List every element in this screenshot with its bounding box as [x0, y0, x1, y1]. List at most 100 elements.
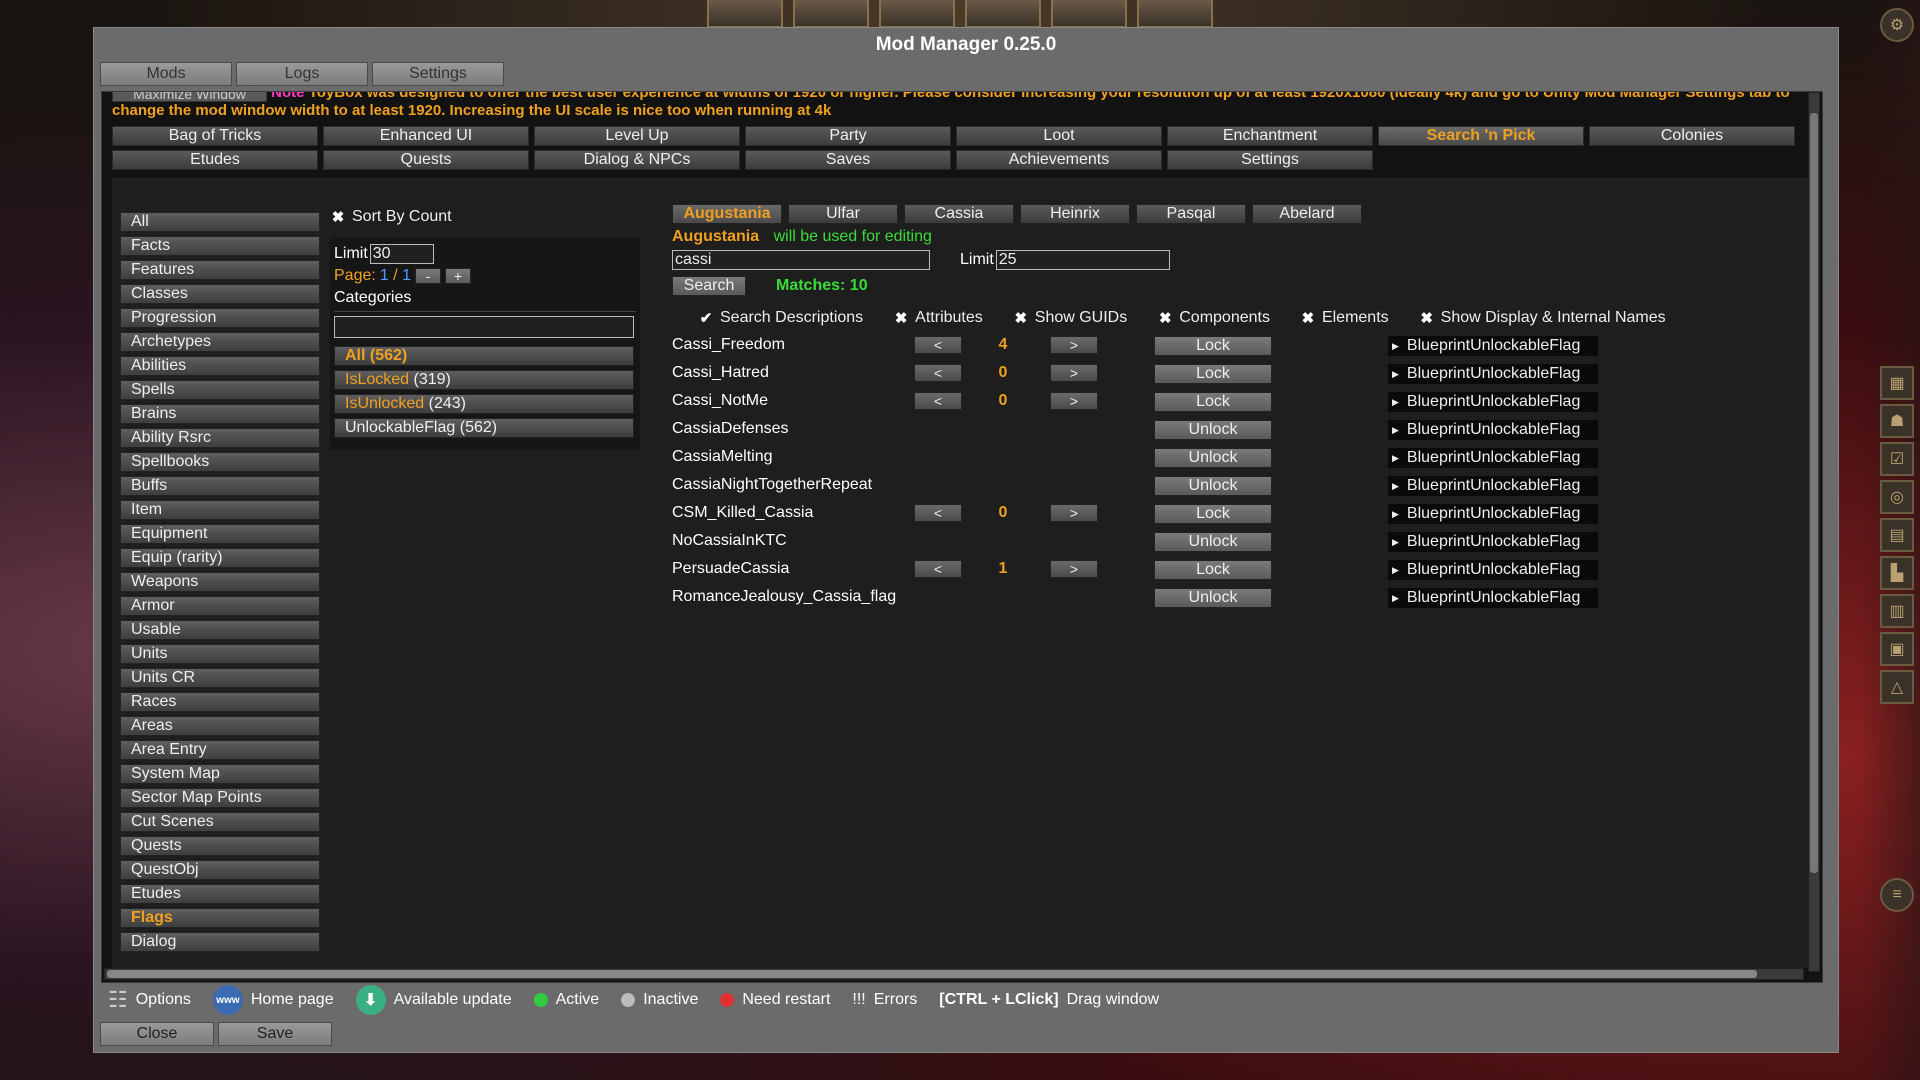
lock-button[interactable]: Lock	[1154, 336, 1272, 356]
mod-tab-colonies[interactable]: Colonies	[1589, 126, 1795, 146]
option-search-descriptions-checkbox[interactable]: ✔ Search Descriptions	[698, 309, 863, 327]
tab-logs[interactable]: Logs	[236, 62, 368, 86]
category-classes[interactable]: Classes	[120, 284, 320, 304]
tab-mods[interactable]: Mods	[100, 62, 232, 86]
blueprint-type-toggle[interactable]: ▶ BlueprintUnlockableFlag	[1388, 448, 1598, 468]
category-filter-all[interactable]: All (562)	[334, 346, 634, 366]
categories-search-input[interactable]	[334, 316, 634, 338]
maximize-window-button[interactable]: Maximize Window	[112, 92, 267, 102]
option-show-guids-checkbox[interactable]: ✖ Show GUIDs	[1013, 309, 1127, 327]
search-button[interactable]: Search	[672, 276, 746, 296]
category-brains[interactable]: Brains	[120, 404, 320, 424]
lock-button[interactable]: Lock	[1154, 364, 1272, 384]
increment-button[interactable]: >	[1050, 504, 1098, 522]
search-input[interactable]: cassi	[672, 250, 930, 270]
hud-colony-icon[interactable]: ▣	[1880, 632, 1914, 666]
category-filter-unlockableflag[interactable]: UnlockableFlag (562)	[334, 418, 634, 438]
category-archetypes[interactable]: Archetypes	[120, 332, 320, 352]
mod-tab-enhanced-ui[interactable]: Enhanced UI	[323, 126, 529, 146]
unlock-button[interactable]: Unlock	[1154, 476, 1272, 496]
category-progression[interactable]: Progression	[120, 308, 320, 328]
character-tab-ulfar[interactable]: Ulfar	[788, 204, 898, 224]
portrait[interactable]	[965, 0, 1041, 28]
category-usable[interactable]: Usable	[120, 620, 320, 640]
category-all[interactable]: All	[120, 212, 320, 232]
character-tab-abelard[interactable]: Abelard	[1252, 204, 1362, 224]
category-etudes[interactable]: Etudes	[120, 884, 320, 904]
mod-tab-bag-of-tricks[interactable]: Bag of Tricks	[112, 126, 318, 146]
sort-by-count-checkbox[interactable]: ✖ Sort By Count	[330, 208, 452, 226]
lock-button[interactable]: Lock	[1154, 560, 1272, 580]
blueprint-type-toggle[interactable]: ▶ BlueprintUnlockableFlag	[1388, 560, 1598, 580]
mod-tab-search-n-pick[interactable]: Search 'n Pick	[1378, 126, 1584, 146]
hud-menu-icon[interactable]: ≡	[1880, 878, 1914, 912]
hud-boot-icon[interactable]: ▙	[1880, 556, 1914, 590]
hud-stats-icon[interactable]: ▥	[1880, 594, 1914, 628]
category-facts[interactable]: Facts	[120, 236, 320, 256]
mod-tab-dialog-npcs[interactable]: Dialog & NPCs	[534, 150, 740, 170]
category-units[interactable]: Units	[120, 644, 320, 664]
character-tab-augustania[interactable]: Augustania	[672, 204, 782, 224]
blueprint-type-toggle[interactable]: ▶ BlueprintUnlockableFlag	[1388, 504, 1598, 524]
save-button[interactable]: Save	[218, 1022, 332, 1046]
category-quests[interactable]: Quests	[120, 836, 320, 856]
scroll-thumb[interactable]	[1810, 113, 1818, 873]
category-filter-islocked[interactable]: IsLocked (319)	[334, 370, 634, 390]
limit-input[interactable]: 30	[369, 244, 434, 264]
page-prev-button[interactable]: -	[414, 268, 441, 284]
mod-tab-quests[interactable]: Quests	[323, 150, 529, 170]
decrement-button[interactable]: <	[914, 336, 962, 354]
category-buffs[interactable]: Buffs	[120, 476, 320, 496]
hud-journal-icon[interactable]: ☑	[1880, 442, 1914, 476]
category-item[interactable]: Item	[120, 500, 320, 520]
character-tab-cassia[interactable]: Cassia	[904, 204, 1014, 224]
category-dialog[interactable]: Dialog	[120, 932, 320, 952]
category-armor[interactable]: Armor	[120, 596, 320, 616]
option-elements-checkbox[interactable]: ✖ Elements	[1300, 309, 1389, 327]
increment-button[interactable]: >	[1050, 560, 1098, 578]
increment-button[interactable]: >	[1050, 336, 1098, 354]
increment-button[interactable]: >	[1050, 392, 1098, 410]
category-system-map[interactable]: System Map	[120, 764, 320, 784]
category-cut-scenes[interactable]: Cut Scenes	[120, 812, 320, 832]
portrait[interactable]	[1051, 0, 1127, 28]
category-equip-rarity[interactable]: Equip (rarity)	[120, 548, 320, 568]
category-areas[interactable]: Areas	[120, 716, 320, 736]
category-filter-isunlocked[interactable]: IsUnlocked (243)	[334, 394, 634, 414]
category-flags[interactable]: Flags	[120, 908, 320, 928]
page-next-button[interactable]: +	[444, 268, 471, 284]
decrement-button[interactable]: <	[914, 364, 962, 382]
mod-tab-achievements[interactable]: Achievements	[956, 150, 1162, 170]
blueprint-type-toggle[interactable]: ▶ BlueprintUnlockableFlag	[1388, 476, 1598, 496]
category-sector-map-points[interactable]: Sector Map Points	[120, 788, 320, 808]
close-button[interactable]: Close	[100, 1022, 214, 1046]
category-ability-rsrc[interactable]: Ability Rsrc	[120, 428, 320, 448]
option-show-display-internal-names-checkbox[interactable]: ✖ Show Display & Internal Names	[1419, 309, 1665, 327]
category-weapons[interactable]: Weapons	[120, 572, 320, 592]
hud-ship-icon[interactable]: ▤	[1880, 518, 1914, 552]
character-tab-heinrix[interactable]: Heinrix	[1020, 204, 1130, 224]
character-tab-pasqal[interactable]: Pasqal	[1136, 204, 1246, 224]
mod-tab-etudes[interactable]: Etudes	[112, 150, 318, 170]
category-questobj[interactable]: QuestObj	[120, 860, 320, 880]
unlock-button[interactable]: Unlock	[1154, 420, 1272, 440]
category-races[interactable]: Races	[120, 692, 320, 712]
tab-settings[interactable]: Settings	[372, 62, 504, 86]
blueprint-type-toggle[interactable]: ▶ BlueprintUnlockableFlag	[1388, 420, 1598, 440]
blueprint-type-toggle[interactable]: ▶ BlueprintUnlockableFlag	[1388, 336, 1598, 356]
category-area-entry[interactable]: Area Entry	[120, 740, 320, 760]
horizontal-scrollbar[interactable]	[104, 968, 1804, 980]
mod-tab-saves[interactable]: Saves	[745, 150, 951, 170]
category-equipment[interactable]: Equipment	[120, 524, 320, 544]
lock-button[interactable]: Lock	[1154, 504, 1272, 524]
blueprint-type-toggle[interactable]: ▶ BlueprintUnlockableFlag	[1388, 532, 1598, 552]
decrement-button[interactable]: <	[914, 560, 962, 578]
category-spellbooks[interactable]: Spellbooks	[120, 452, 320, 472]
portrait[interactable]	[879, 0, 955, 28]
blueprint-type-toggle[interactable]: ▶ BlueprintUnlockableFlag	[1388, 364, 1598, 384]
increment-button[interactable]: >	[1050, 364, 1098, 382]
category-spells[interactable]: Spells	[120, 380, 320, 400]
blueprint-type-toggle[interactable]: ▶ BlueprintUnlockableFlag	[1388, 588, 1598, 608]
hud-warning-icon[interactable]: △	[1880, 670, 1914, 704]
mod-tab-loot[interactable]: Loot	[956, 126, 1162, 146]
